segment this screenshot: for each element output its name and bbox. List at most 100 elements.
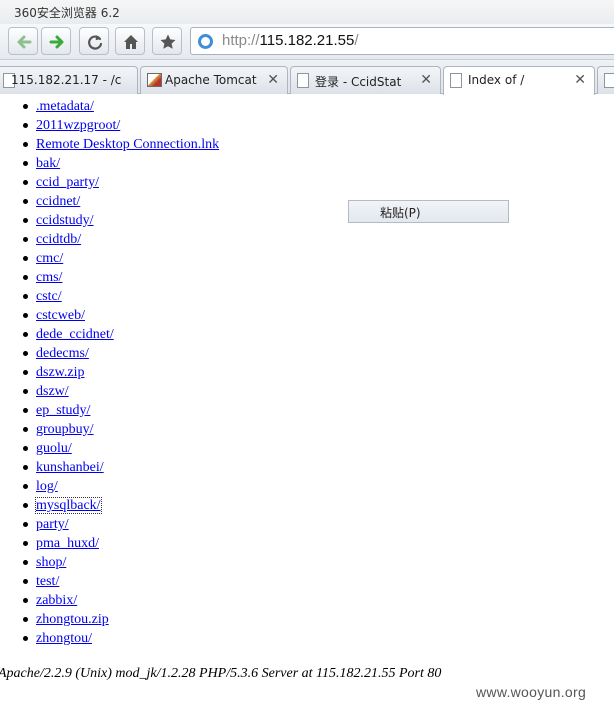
page-icon xyxy=(604,73,614,88)
page-icon xyxy=(297,73,309,88)
list-item: party/ xyxy=(22,515,219,534)
list-item: groupbuy/ xyxy=(22,420,219,439)
file-link[interactable]: mysqlback/ xyxy=(35,497,102,514)
file-link[interactable]: test/ xyxy=(36,574,59,589)
tab-115-182-21-17[interactable]: 115.182.21.17 - /c xyxy=(0,66,138,94)
address-bar[interactable]: http://115.182.21.55/ xyxy=(190,27,614,55)
navigation-bar: http://115.182.21.55/ xyxy=(0,24,614,60)
star-icon xyxy=(160,34,176,49)
list-item: ccidstudy/ xyxy=(22,211,219,230)
tab-label: 115.182.21.17 - /c xyxy=(11,73,122,87)
file-link[interactable]: ccidtdb/ xyxy=(36,232,81,247)
forward-arrow-icon xyxy=(49,35,64,49)
home-button[interactable] xyxy=(115,27,145,55)
list-item: ccidnet/ xyxy=(22,192,219,211)
close-icon[interactable]: ✕ xyxy=(574,72,586,88)
page-content: .metadata/ 2011wzpgroot/ Remote Desktop … xyxy=(0,95,614,703)
file-link[interactable]: ccidnet/ xyxy=(36,194,80,209)
file-link[interactable]: guolu/ xyxy=(36,441,72,456)
forward-button[interactable] xyxy=(41,27,71,55)
file-link[interactable]: 2011wzpgroot/ xyxy=(36,118,120,133)
list-item: kunshanbei/ xyxy=(22,458,219,477)
file-link[interactable]: ccid_party/ xyxy=(36,175,99,190)
title-bar: 360安全浏览器 6.2 xyxy=(0,0,614,24)
list-item: cmc/ xyxy=(22,249,219,268)
file-link[interactable]: dszw.zip xyxy=(36,365,84,380)
window-title: 360安全浏览器 6.2 xyxy=(14,6,120,20)
file-link[interactable]: dszw/ xyxy=(36,384,69,399)
list-item: bak/ xyxy=(22,154,219,173)
server-signature: Apache/2.2.9 (Unix) mod_jk/1.2.28 PHP/5.… xyxy=(0,666,442,681)
file-link[interactable]: .metadata/ xyxy=(36,99,94,114)
list-item: dedecms/ xyxy=(22,344,219,363)
watermark: www.wooyun.org xyxy=(476,684,587,700)
file-link[interactable]: dede_ccidnet/ xyxy=(36,327,114,342)
list-item: dszw/ xyxy=(22,382,219,401)
new-tab-button[interactable] xyxy=(597,66,614,94)
tab-apache-tomcat[interactable]: Apache Tomcat ✕ xyxy=(140,66,288,94)
url-scheme: http:// xyxy=(222,32,260,49)
list-item: ep_study/ xyxy=(22,401,219,420)
list-item: guolu/ xyxy=(22,439,219,458)
list-item: ccid_party/ xyxy=(22,173,219,192)
list-item: zhongtou.zip xyxy=(22,610,219,629)
file-link[interactable]: cmc/ xyxy=(36,251,63,266)
list-item: cstcweb/ xyxy=(22,306,219,325)
list-item: 2011wzpgroot/ xyxy=(22,116,219,135)
file-link[interactable]: groupbuy/ xyxy=(36,422,94,437)
refresh-button[interactable] xyxy=(79,27,109,55)
site-icon xyxy=(198,34,213,49)
url-path: / xyxy=(354,32,359,49)
file-link[interactable]: kunshanbei/ xyxy=(36,460,104,475)
file-link[interactable]: ccidstudy/ xyxy=(36,213,94,228)
list-item: log/ xyxy=(22,477,219,496)
file-link[interactable]: ep_study/ xyxy=(36,403,90,418)
file-link[interactable]: bak/ xyxy=(36,156,60,171)
file-link[interactable]: pma_huxd/ xyxy=(36,536,99,551)
file-link[interactable]: zhongtou.zip xyxy=(36,612,109,627)
file-link[interactable]: shop/ xyxy=(36,555,66,570)
address-url[interactable]: http://115.182.21.55/ xyxy=(222,32,359,49)
context-menu: 粘贴(P) xyxy=(348,200,509,223)
list-item: pma_huxd/ xyxy=(22,534,219,553)
file-link[interactable]: log/ xyxy=(36,479,58,494)
paste-menu-item[interactable]: 粘贴(P) xyxy=(380,204,421,221)
url-host: 115.182.21.55 xyxy=(259,32,355,49)
list-item: cms/ xyxy=(22,268,219,287)
tab-label: Apache Tomcat xyxy=(165,73,257,87)
favorites-button[interactable] xyxy=(152,27,182,55)
list-item: zabbix/ xyxy=(22,591,219,610)
file-link[interactable]: cms/ xyxy=(36,270,62,285)
file-link[interactable]: cstc/ xyxy=(36,289,62,304)
close-icon[interactable]: ✕ xyxy=(420,72,432,88)
file-link[interactable]: zhongtou/ xyxy=(36,631,92,646)
file-link[interactable]: party/ xyxy=(36,517,69,532)
directory-listing: .metadata/ 2011wzpgroot/ Remote Desktop … xyxy=(22,97,219,648)
tab-index-of[interactable]: Index of / ✕ xyxy=(443,66,595,95)
file-link[interactable]: dedecms/ xyxy=(36,346,89,361)
file-link[interactable]: Remote Desktop Connection.lnk xyxy=(36,137,219,152)
back-button[interactable] xyxy=(8,27,38,55)
list-item: .metadata/ xyxy=(22,97,219,116)
list-item: zhongtou/ xyxy=(22,629,219,648)
refresh-icon xyxy=(88,35,103,50)
list-item: test/ xyxy=(22,572,219,591)
close-icon[interactable]: ✕ xyxy=(267,72,279,88)
tab-label: Index of / xyxy=(468,73,525,87)
tab-label: 登录 - CcidStat xyxy=(315,75,402,89)
page-icon xyxy=(450,73,462,88)
file-link[interactable]: zabbix/ xyxy=(36,593,77,608)
tomcat-icon xyxy=(147,73,162,87)
tab-login-ccidstat[interactable]: 登录 - CcidStat ✕ xyxy=(290,66,441,94)
list-item: shop/ xyxy=(22,553,219,572)
list-item: cstc/ xyxy=(22,287,219,306)
home-icon xyxy=(124,35,138,49)
list-item: dszw.zip xyxy=(22,363,219,382)
list-item: dede_ccidnet/ xyxy=(22,325,219,344)
list-item: mysqlback/ xyxy=(22,496,219,515)
back-arrow-icon xyxy=(17,35,32,49)
file-link[interactable]: cstcweb/ xyxy=(36,308,85,323)
list-item: Remote Desktop Connection.lnk xyxy=(22,135,219,154)
list-item: ccidtdb/ xyxy=(22,230,219,249)
tab-strip: 115.182.21.17 - /c Apache Tomcat ✕ 登录 - … xyxy=(0,60,614,95)
